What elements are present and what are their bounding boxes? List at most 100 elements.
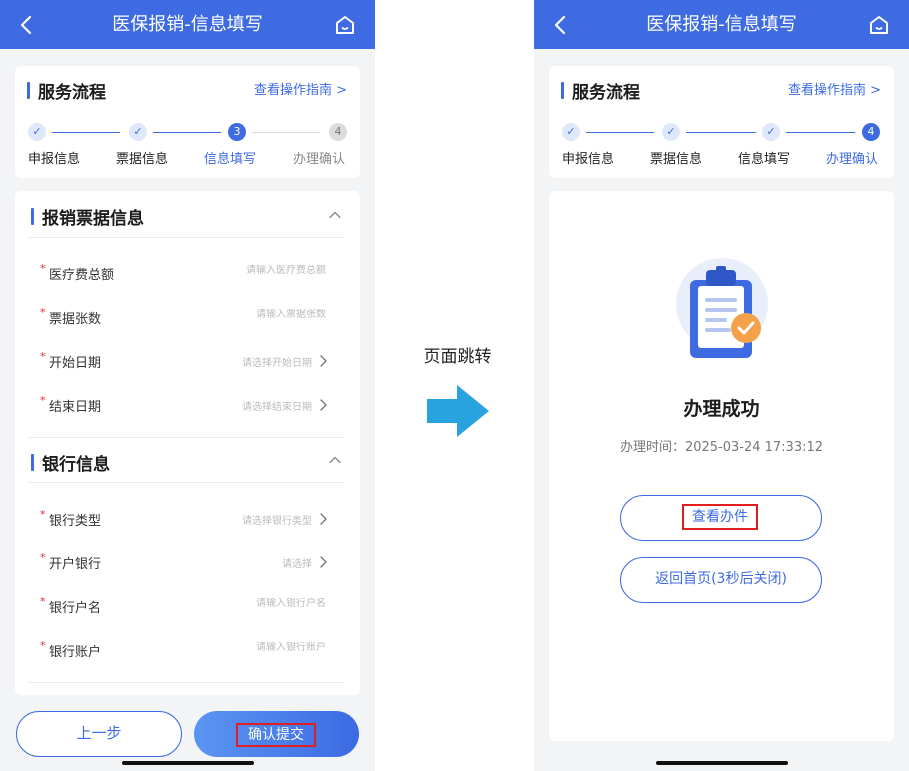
chevron-right-icon — [320, 355, 327, 367]
invoice-count-input[interactable] — [196, 309, 326, 320]
step-connector — [686, 132, 756, 133]
account-name-input[interactable] — [196, 598, 326, 609]
process-time: 办理时间：2025-03-24 17:33:12 — [619, 440, 824, 455]
medical-total-field[interactable]: * 医疗费总额 — [40, 262, 340, 284]
step-1-check-icon: ✓ — [562, 123, 580, 141]
section-accent-bar — [31, 207, 34, 225]
collapse-chevron-up-icon[interactable] — [328, 208, 342, 222]
right-screen: 医保报销-信息填写 服务流程 查看操作指南 > ✓ ✓ ✓ 4 申报信息 票据信… — [534, 0, 909, 771]
operation-guide-link[interactable]: 查看操作指南 > — [254, 79, 347, 98]
account-number-input[interactable] — [196, 642, 326, 653]
step-1-check-icon: ✓ — [28, 123, 46, 141]
section-divider — [28, 237, 345, 238]
step-2-check-icon: ✓ — [662, 123, 680, 141]
chevron-right-icon — [320, 556, 327, 568]
account-number-field[interactable]: * 银行账户 — [40, 639, 340, 661]
step-2-label: 票据信息 — [116, 152, 169, 167]
step-3-marker: 3 — [228, 123, 246, 141]
account-name-field[interactable]: * 银行户名 — [40, 595, 340, 617]
collapse-chevron-up-icon[interactable] — [328, 453, 342, 467]
nav-bar: 医保报销-信息填写 — [0, 0, 375, 49]
step-connector — [252, 132, 320, 133]
opening-bank-field[interactable]: * 开户银行 请选择 — [40, 551, 340, 573]
section-accent-bar — [561, 81, 564, 99]
chevron-left-icon[interactable] — [548, 12, 574, 38]
chevron-right-icon — [320, 399, 327, 411]
required-marker: * — [40, 262, 46, 275]
step-2-check-icon: ✓ — [129, 123, 147, 141]
prev-step-button[interactable]: 上一步 — [16, 711, 182, 757]
step-4-label: 办理确认 — [826, 152, 879, 167]
field-label: 票据张数 — [49, 312, 102, 327]
end-date-field[interactable]: * 结束日期 请选择结束日期 — [40, 394, 340, 416]
section-divider — [28, 437, 345, 438]
home-indicator — [122, 761, 254, 765]
field-label: 银行户名 — [49, 601, 102, 616]
back-home-label: 返回首页(3秒后关闭) — [655, 571, 787, 587]
medical-total-input[interactable] — [196, 265, 326, 276]
invoice-count-field[interactable]: * 票据张数 — [40, 306, 340, 328]
nav-bar: 医保报销-信息填写 — [534, 0, 909, 49]
field-label: 银行类型 — [49, 514, 102, 529]
back-home-button[interactable]: 返回首页(3秒后关闭) — [620, 557, 822, 603]
field-label: 开始日期 — [49, 356, 102, 371]
left-screen: 医保报销-信息填写 服务流程 查看操作指南 > ✓ ✓ 3 4 申报信息 票据信… — [0, 0, 375, 771]
bank-type-field[interactable]: * 银行类型 请选择银行类型 — [40, 508, 340, 530]
required-marker: * — [40, 595, 46, 608]
transition-label: 页面跳转 — [423, 347, 492, 367]
start-date-placeholder[interactable]: 请选择开始日期 — [242, 354, 312, 369]
section-divider — [28, 682, 345, 683]
home-icon[interactable] — [333, 13, 357, 37]
bank-type-placeholder[interactable]: 请选择银行类型 — [242, 512, 312, 527]
step-connector — [786, 132, 855, 133]
start-date-field[interactable]: * 开始日期 请选择开始日期 — [40, 350, 340, 372]
bank-section-title: 银行信息 — [42, 454, 110, 475]
step-connector — [153, 132, 221, 133]
page-title: 医保报销-信息填写 — [646, 14, 797, 35]
field-label: 银行账户 — [49, 645, 102, 660]
field-label: 结束日期 — [49, 400, 102, 415]
invoice-section-title: 报销票据信息 — [42, 208, 144, 229]
section-divider — [28, 482, 345, 483]
field-label: 医疗费总额 — [49, 268, 115, 283]
step-connector — [52, 132, 120, 133]
view-case-label: 查看办件 — [682, 504, 758, 530]
service-flow-title: 服务流程 — [572, 82, 640, 103]
page-title: 医保报销-信息填写 — [112, 14, 263, 35]
home-indicator — [656, 761, 788, 765]
end-date-placeholder[interactable]: 请选择结束日期 — [242, 398, 312, 413]
operation-guide-link[interactable]: 查看操作指南 > — [788, 79, 881, 98]
step-2-label: 票据信息 — [650, 152, 703, 167]
required-marker: * — [40, 639, 46, 652]
step-3-label: 信息填写 — [204, 152, 257, 167]
bank-section-heading: 银行信息 — [31, 451, 110, 475]
required-marker: * — [40, 394, 46, 407]
service-flow-heading: 服务流程 — [27, 79, 106, 103]
chevron-right-icon — [320, 513, 327, 525]
success-title: 办理成功 — [683, 398, 760, 420]
step-4-marker: 4 — [329, 123, 347, 141]
step-4-marker: 4 — [862, 123, 880, 141]
section-accent-bar — [31, 453, 34, 471]
section-accent-bar — [27, 81, 30, 99]
chevron-left-icon[interactable] — [14, 12, 40, 38]
required-marker: * — [40, 306, 46, 319]
required-marker: * — [40, 551, 46, 564]
opening-bank-placeholder[interactable]: 请选择 — [282, 555, 312, 570]
step-1-label: 申报信息 — [28, 152, 81, 167]
view-case-button[interactable]: 查看办件 — [620, 495, 822, 541]
clipboard-success-icon — [676, 258, 768, 358]
confirm-submit-button[interactable]: 确认提交 — [194, 711, 359, 757]
home-icon[interactable] — [867, 13, 891, 37]
step-connector — [586, 132, 654, 133]
service-flow-heading: 服务流程 — [561, 79, 640, 103]
step-3-label: 信息填写 — [738, 152, 791, 167]
service-flow-title: 服务流程 — [38, 82, 106, 103]
confirm-submit-label: 确认提交 — [236, 723, 316, 747]
step-1-label: 申报信息 — [562, 152, 615, 167]
step-4-label: 办理确认 — [293, 152, 346, 167]
field-label: 开户银行 — [49, 557, 102, 572]
required-marker: * — [40, 508, 46, 521]
invoice-section-heading: 报销票据信息 — [31, 205, 144, 229]
required-marker: * — [40, 350, 46, 363]
